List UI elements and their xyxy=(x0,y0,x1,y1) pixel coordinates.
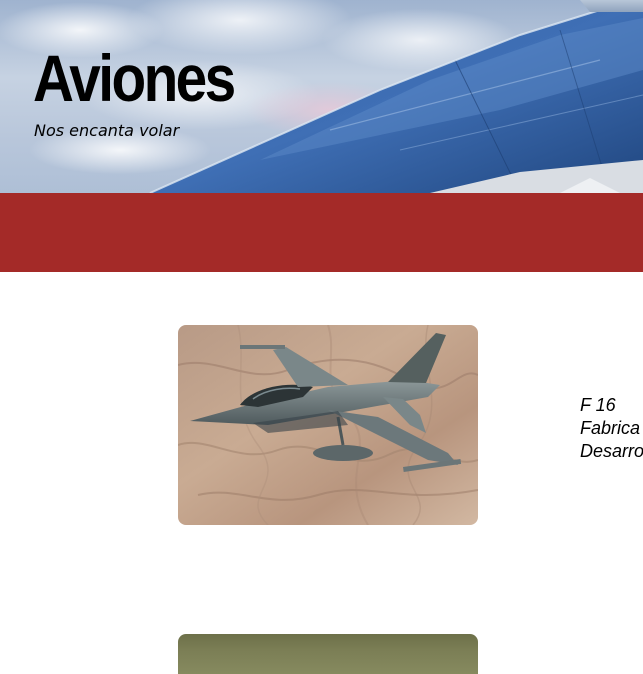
f16-jet-illustration xyxy=(178,325,478,525)
plane-developer-label: Desarro xyxy=(580,441,643,461)
site-title: Aviones xyxy=(33,41,236,115)
red-banner xyxy=(0,193,643,272)
header-hero-image: Aviones Nos encanta volar xyxy=(0,0,643,193)
plane-manufacturer-label: Fabrica xyxy=(580,418,641,438)
plane-info: F 16 Fabrica Desarro xyxy=(580,394,643,463)
f16-jet-image xyxy=(178,325,478,525)
plane-name: F 16 xyxy=(580,395,616,415)
second-plane-image xyxy=(178,634,478,674)
site-subtitle: Nos encanta volar xyxy=(34,121,180,140)
